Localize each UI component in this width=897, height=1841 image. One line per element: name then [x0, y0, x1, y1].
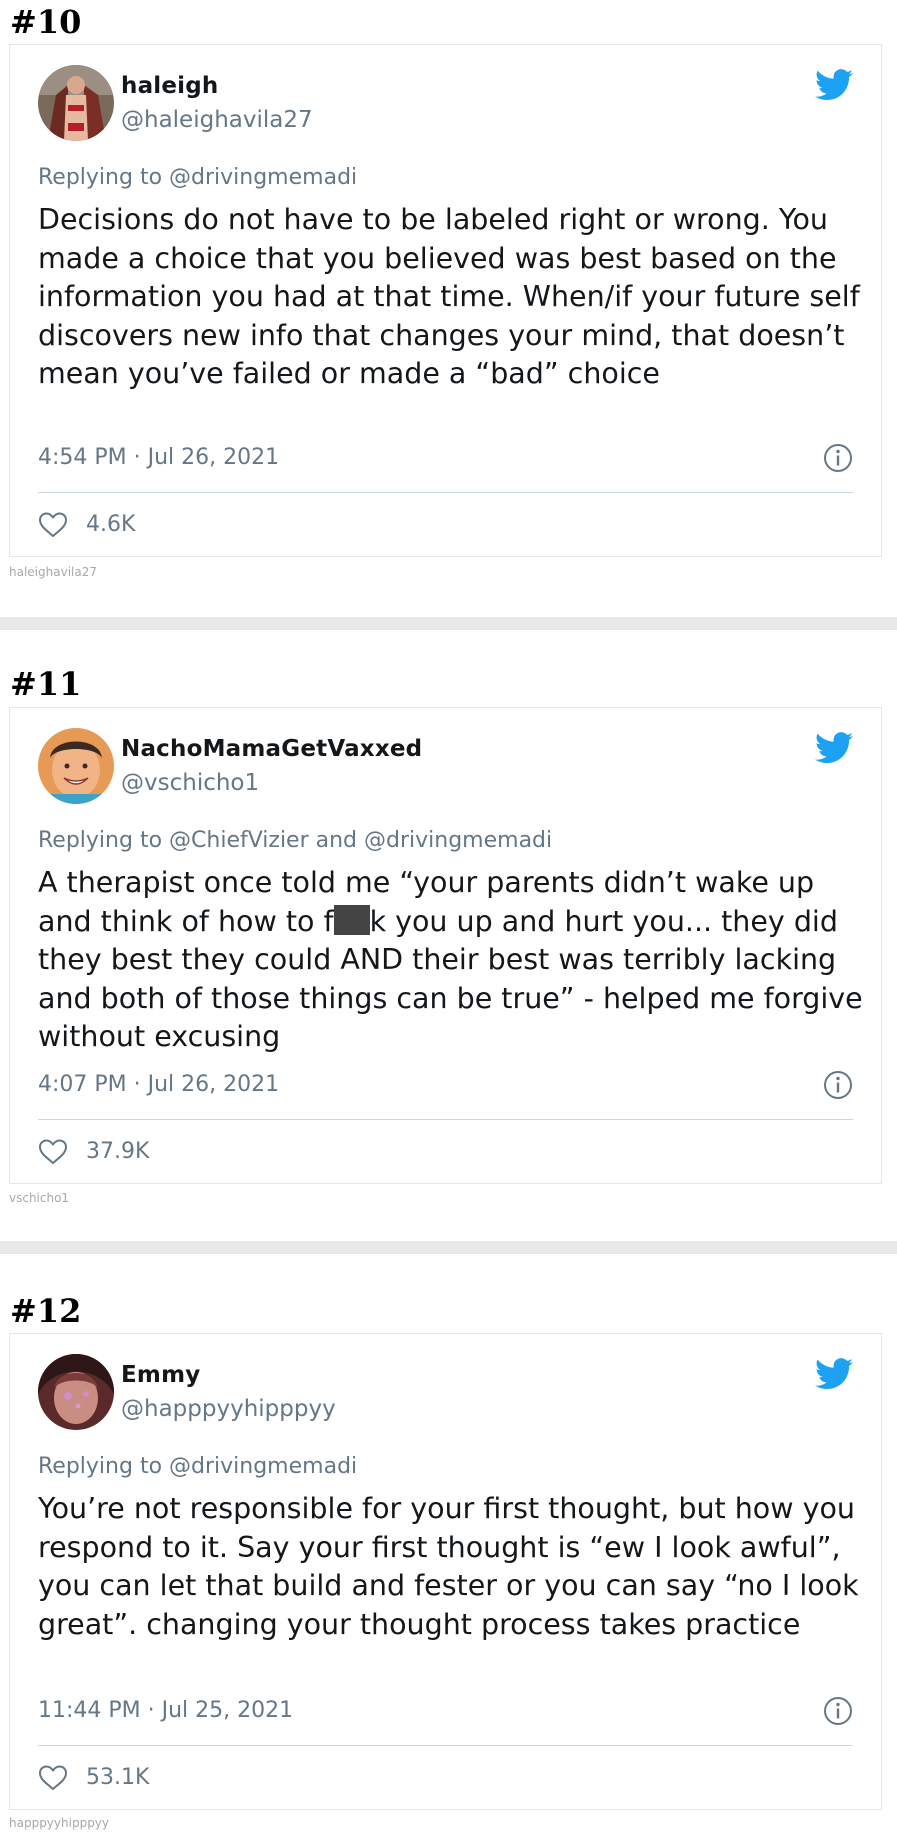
info-icon[interactable] — [823, 1696, 853, 1726]
watermark: happpyyhipppyy — [9, 1816, 110, 1830]
censor-block — [333, 904, 370, 935]
divider — [38, 1745, 853, 1746]
section-number: #10 — [10, 3, 82, 41]
tweet-text: Decisions do not have to be labeled righ… — [38, 203, 860, 390]
tweet-text: A therapist once told me “your parents d… — [38, 864, 868, 1057]
replying-to[interactable]: Replying to @drivingmemadi — [38, 165, 357, 190]
like-count: 4.6K — [86, 512, 136, 537]
heart-icon[interactable] — [38, 1138, 68, 1166]
info-icon[interactable] — [823, 443, 853, 473]
tweet-card[interactable]: NachoMamaGetVaxxed @vschicho1 Replying t… — [9, 707, 882, 1184]
watermark: haleighavila27 — [9, 565, 97, 579]
divider — [38, 1119, 853, 1120]
display-name[interactable]: Emmy — [121, 1362, 200, 1388]
user-handle[interactable]: @happpyyhipppyy — [121, 1396, 336, 1422]
heart-icon[interactable] — [38, 1764, 68, 1792]
avatar[interactable] — [38, 1354, 114, 1430]
replying-to[interactable]: Replying to @drivingmemadi — [38, 1454, 357, 1479]
display-name[interactable]: NachoMamaGetVaxxed — [121, 736, 422, 762]
tweet-text: You’re not responsible for your first th… — [38, 1492, 859, 1641]
section-number: #11 — [10, 665, 82, 703]
like-count: 53.1K — [86, 1765, 150, 1790]
like-count: 37.9K — [86, 1139, 150, 1164]
display-name[interactable]: haleigh — [121, 73, 219, 99]
section-number: #12 — [10, 1292, 82, 1330]
timestamp[interactable]: 11:44 PM · Jul 25, 2021 — [38, 1698, 293, 1723]
avatar[interactable] — [38, 728, 114, 804]
info-icon[interactable] — [823, 1070, 853, 1100]
user-handle[interactable]: @haleighavila27 — [121, 107, 313, 133]
timestamp[interactable]: 4:07 PM · Jul 26, 2021 — [38, 1072, 279, 1097]
timestamp[interactable]: 4:54 PM · Jul 26, 2021 — [38, 445, 279, 470]
replying-to[interactable]: Replying to @ChiefVizier and @drivingmem… — [38, 828, 552, 853]
tweet-card[interactable]: haleigh @haleighavila27 Replying to @dri… — [9, 44, 882, 557]
avatar[interactable] — [38, 65, 114, 141]
twitter-bird-icon[interactable] — [815, 1358, 853, 1390]
heart-icon[interactable] — [38, 511, 68, 539]
twitter-bird-icon[interactable] — [815, 732, 853, 764]
user-handle[interactable]: @vschicho1 — [121, 770, 259, 796]
watermark: vschicho1 — [9, 1191, 70, 1205]
divider — [38, 492, 853, 493]
section-separator — [0, 617, 897, 630]
tweet-card[interactable]: Emmy @happpyyhipppyy Replying to @drivin… — [9, 1333, 882, 1810]
section-separator — [0, 1241, 897, 1254]
twitter-bird-icon[interactable] — [815, 69, 853, 101]
